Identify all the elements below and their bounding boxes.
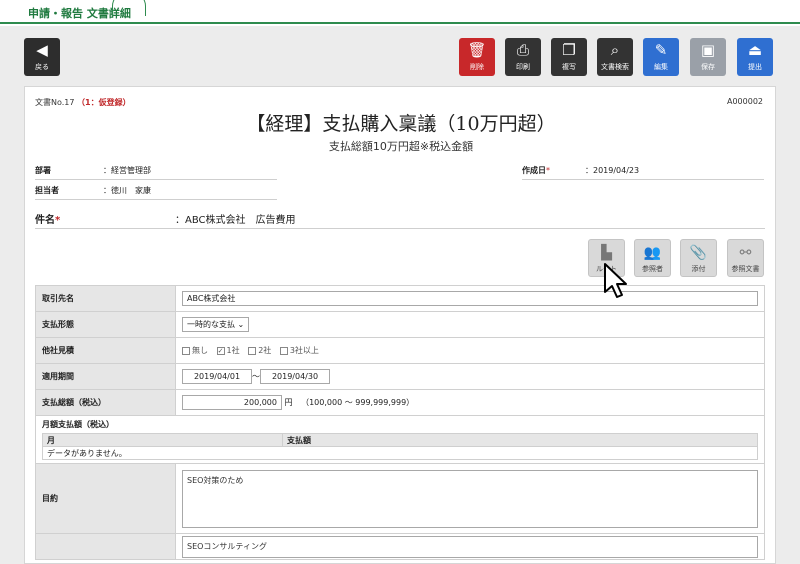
search-icon: ⌕	[610, 41, 620, 59]
reference-button[interactable]: 👥 参照者	[634, 239, 671, 277]
page-title: 【経理】支払購入稟議（10万円超）	[246, 113, 556, 135]
pencil-icon: ✎	[654, 41, 668, 59]
logo-cloud-icon	[112, 0, 146, 16]
trash-icon: 🗑	[467, 41, 487, 59]
edit-button[interactable]: ✎ 編集	[643, 38, 679, 76]
divider	[522, 179, 764, 180]
status-badge: （1：仮登録）	[77, 98, 131, 107]
created-value: ：2019/04/23	[585, 166, 640, 175]
total-range: （100,000 ～ 999,999,999）	[301, 398, 415, 407]
subject-label: 件名*	[35, 215, 61, 226]
monthly-col-amount: 支払額	[282, 433, 758, 447]
quote-option-1[interactable]: ✓ 1社	[216, 346, 240, 355]
back-button[interactable]: ◀ 戻る	[24, 38, 60, 76]
delete-button[interactable]: 🗑 削除	[459, 38, 495, 76]
route-icon: ▙	[601, 245, 612, 261]
monthly-col-month: 月	[42, 433, 283, 447]
doc-number: 文書No.17 （1：仮登録）	[35, 98, 131, 107]
vendor-input[interactable]: ABC株式会社	[182, 291, 758, 306]
copy-icon: ❐	[562, 41, 576, 59]
checkbox-checked-icon: ✓	[216, 346, 225, 355]
form-table: 取引先名 ABC株式会社 支払形態 一時的な支払 ⌄ 他社見積 無し ✓ 1社 2…	[35, 285, 765, 560]
page-subtitle: 支払総額10万円超※税込金額	[328, 140, 474, 153]
save-button[interactable]: ▣ 保存	[690, 38, 726, 76]
purpose-textarea[interactable]: SEO対策のため	[182, 469, 758, 528]
checkbox-icon	[182, 346, 190, 355]
payment-label: 支払形態	[35, 311, 176, 338]
table-row: 支払形態 一時的な支払 ⌄	[35, 311, 765, 338]
submit-button[interactable]: ⏏ 提出	[737, 38, 773, 76]
total-label: 支払総額（税込）	[35, 389, 176, 416]
checkbox-icon	[248, 346, 257, 355]
table-row: 取引先名 ABC株式会社	[35, 285, 765, 312]
copy-button[interactable]: ❐ 複写	[551, 38, 587, 76]
period-label: 適用期間	[35, 363, 176, 390]
created-label: 作成日*	[522, 166, 550, 175]
quote-option-2[interactable]: 2社	[248, 346, 271, 355]
payment-select[interactable]: 一時的な支払 ⌄	[182, 317, 250, 332]
app-header: 申請・報告 文書詳細	[0, 0, 800, 24]
floppy-icon: ▣	[700, 41, 716, 59]
vendor-label: 取引先名	[35, 285, 176, 312]
table-row: 適用期間 2019/04/01 ～ 2019/04/30	[35, 363, 765, 390]
table-row: 月額支払額（税込） 月 支払額 データがありません。	[35, 415, 765, 464]
purpose-label: 目約	[35, 463, 176, 534]
table-row: 他社見積 無し ✓ 1社 2社 3社以上	[35, 337, 765, 364]
print-button[interactable]: ⎙ 印刷	[505, 38, 541, 76]
period-from-input[interactable]: 2019/04/01	[182, 369, 252, 384]
table-row: 支払総額（税込） 200,000 円 （100,000 ～ 999,999,99…	[35, 389, 765, 416]
attach-button[interactable]: 📎 添付	[680, 239, 717, 277]
department-label: 部署	[35, 166, 51, 175]
ref-doc-button[interactable]: ⚯ 参照文書	[727, 239, 764, 277]
monthly-table: 月 支払額 データがありません。	[42, 433, 758, 460]
eject-icon: ⏏	[747, 41, 763, 59]
triangle-left-icon: ◀	[36, 41, 48, 59]
next-textarea[interactable]: SEOコンサルティング	[182, 535, 758, 558]
printer-icon: ⎙	[516, 41, 529, 59]
paperclip-icon: 📎	[689, 245, 708, 261]
doc-id: A000002	[726, 97, 763, 106]
owner-label: 担当者	[35, 186, 59, 195]
period-separator: ～	[252, 372, 260, 381]
department-value: ：経営管理部	[103, 166, 151, 175]
mouse-pointer-icon	[604, 263, 627, 298]
owner-value: ：徳川 家康	[103, 186, 151, 195]
doc-search-button[interactable]: ⌕ 文書検索	[597, 38, 633, 76]
monthly-empty: データがありません。	[42, 446, 758, 460]
divider	[35, 199, 277, 200]
quote-option-none[interactable]: 無し	[182, 346, 208, 355]
quote-option-3[interactable]: 3社以上	[279, 346, 319, 355]
table-row: SEOコンサルティング	[35, 533, 765, 560]
chevron-down-icon: ⌄	[237, 320, 245, 329]
quote-label: 他社見積	[35, 337, 176, 364]
total-input[interactable]: 200,000	[182, 395, 282, 410]
checkbox-icon	[279, 346, 288, 355]
document-card: 文書No.17 （1：仮登録） A000002 【経理】支払購入稟議（10万円超…	[24, 86, 776, 564]
table-row: 目約 SEO対策のため	[35, 463, 765, 534]
users-icon: 👥	[643, 245, 662, 261]
link-icon: ⚯	[739, 245, 752, 261]
divider	[35, 228, 765, 229]
subject-value: ：ABC株式会社 広告費用	[175, 215, 296, 226]
period-to-input[interactable]: 2019/04/30	[260, 369, 330, 384]
divider	[35, 179, 277, 180]
monthly-label: 月額支払額（税込）	[42, 420, 114, 429]
total-unit: 円	[284, 398, 293, 407]
